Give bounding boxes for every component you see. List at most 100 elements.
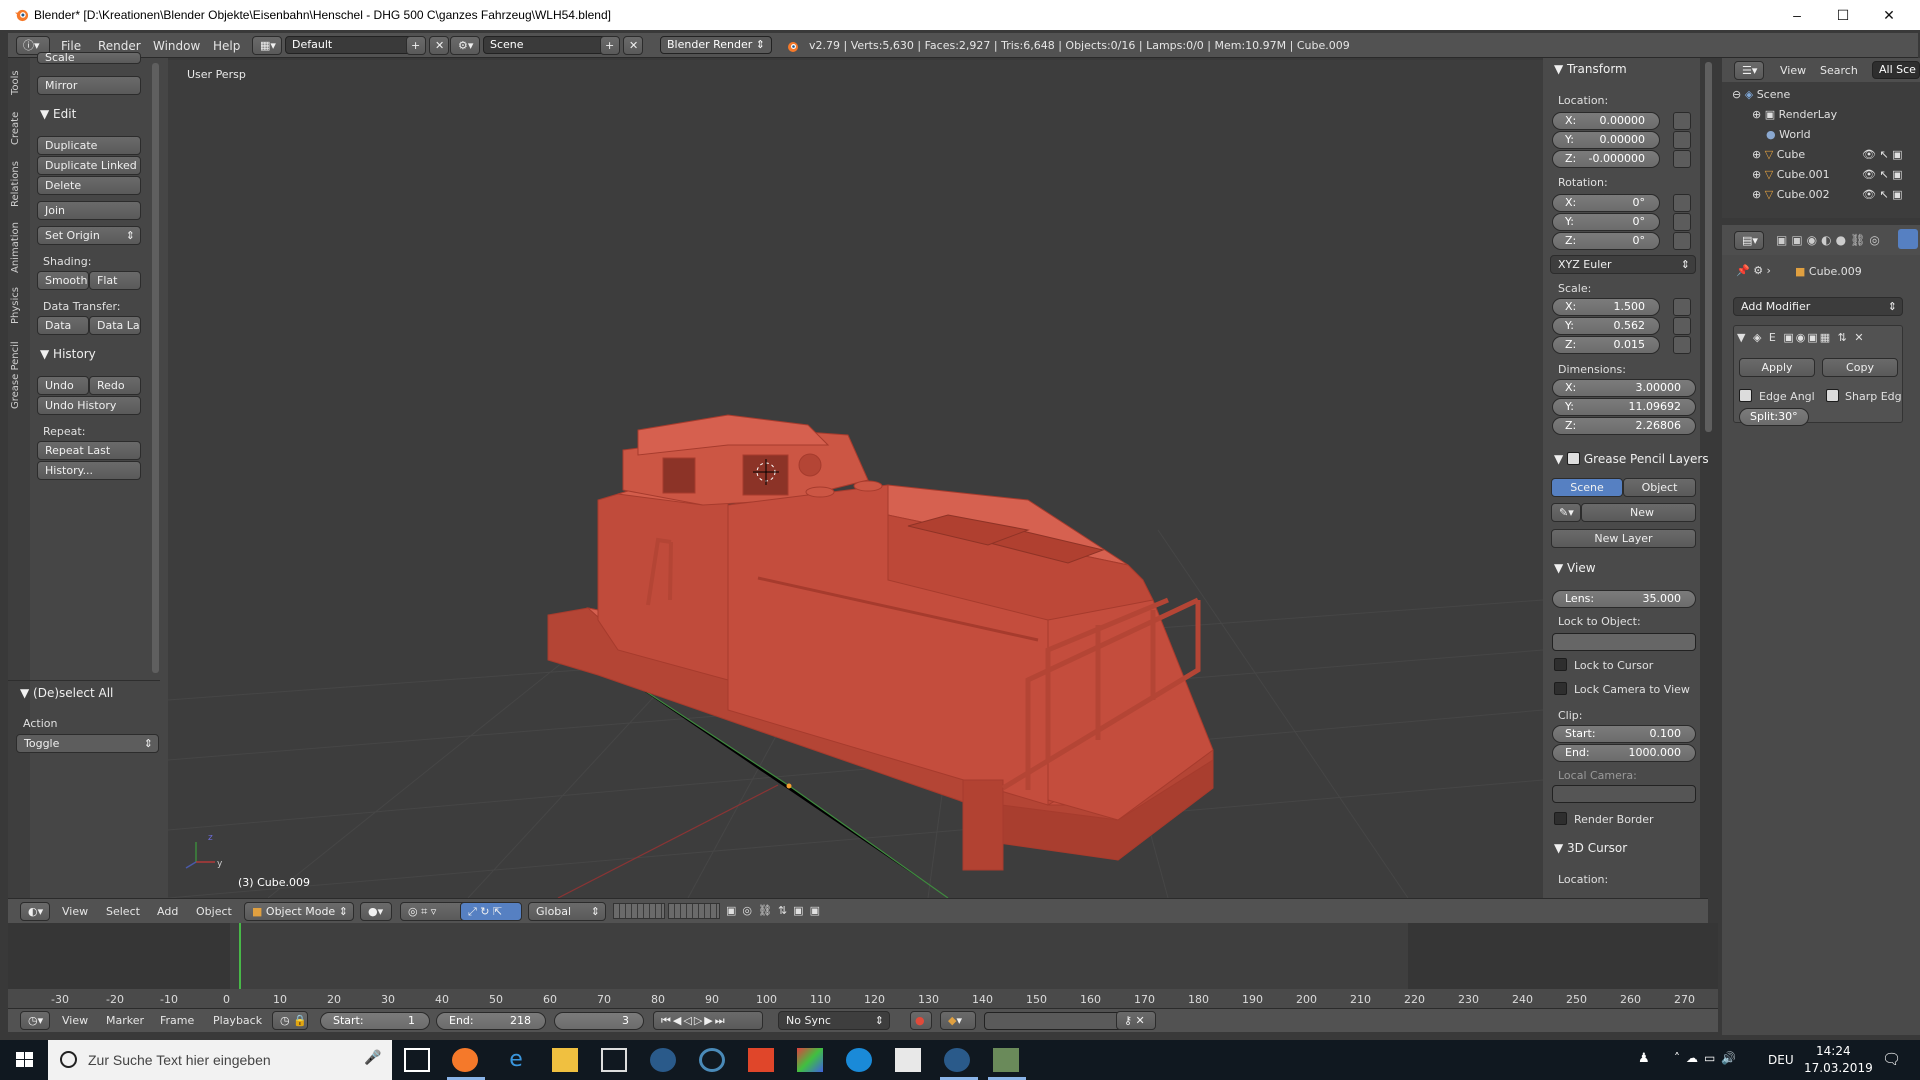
- location-x-field[interactable]: X: 0.00000: [1552, 112, 1660, 130]
- dimensions-y-field[interactable]: Y: 11.09692: [1552, 398, 1696, 416]
- history-button[interactable]: History...: [37, 461, 141, 480]
- action-dropdown[interactable]: Toggle ⇕: [16, 734, 159, 753]
- viewport-object-menu[interactable]: Object: [196, 905, 232, 918]
- delete-button[interactable]: Delete: [37, 176, 141, 195]
- smooth-button[interactable]: Smooth: [37, 271, 89, 290]
- local-camera-field[interactable]: [1552, 785, 1696, 803]
- keying-set-icon[interactable]: ◆▾: [940, 1011, 976, 1030]
- current-frame-field[interactable]: 3: [554, 1012, 644, 1030]
- record-icon[interactable]: ●: [910, 1011, 932, 1030]
- mail-icon[interactable]: [895, 1048, 921, 1072]
- outliner-item-cube002[interactable]: ⊕ ▽ Cube.002: [1752, 188, 1830, 201]
- transform-header[interactable]: ▼ Transform: [1554, 62, 1627, 76]
- redo-button[interactable]: Redo: [89, 376, 141, 395]
- view-header[interactable]: ▼ View: [1554, 561, 1596, 575]
- lock-icon[interactable]: [1673, 232, 1691, 250]
- lock-icon[interactable]: [1673, 213, 1691, 231]
- outliner-item-world[interactable]: ● World: [1766, 128, 1811, 141]
- data-layout-button[interactable]: Data La: [89, 316, 141, 335]
- outliner-item-renderlayers[interactable]: ⊕ ▣ RenderLay: [1752, 108, 1837, 121]
- lock-icon[interactable]: [1673, 194, 1691, 212]
- playback-controls-icons[interactable]: ⏮◀◁▷▶⏭: [653, 1011, 763, 1030]
- undo-button[interactable]: Undo: [37, 376, 89, 395]
- visibility-eye-icon[interactable]: 👁 ↖ ▣: [1862, 148, 1903, 161]
- lock-icon[interactable]: [1673, 150, 1691, 168]
- sync-dropdown[interactable]: No Sync ⇕: [778, 1011, 890, 1030]
- lock-icon[interactable]: [1673, 131, 1691, 149]
- add-scene-icon[interactable]: +: [600, 36, 620, 55]
- maximize-button[interactable]: ☐: [1820, 0, 1866, 30]
- timeline-editor-icon[interactable]: ◷▾: [20, 1011, 50, 1030]
- tab-tools[interactable]: Tools: [10, 63, 28, 103]
- clip-start-field[interactable]: Start: 0.100: [1552, 725, 1696, 743]
- viewport-view-menu[interactable]: View: [62, 905, 88, 918]
- rotation-y-field[interactable]: Y: 0°: [1552, 213, 1660, 231]
- sharp-edges-checkbox[interactable]: [1826, 389, 1839, 402]
- current-frame-line[interactable]: [239, 923, 241, 989]
- flat-button[interactable]: Flat: [89, 271, 141, 290]
- start-frame-field[interactable]: Start: 1: [320, 1012, 430, 1030]
- lock-icon[interactable]: [1673, 298, 1691, 316]
- insert-keyframe-icons[interactable]: ⚷ ✕: [1116, 1011, 1156, 1030]
- media-app-icon[interactable]: [699, 1048, 725, 1072]
- rotation-mode-dropdown[interactable]: XYZ Euler ⇕: [1550, 255, 1696, 274]
- edge-browser-icon[interactable]: e: [503, 1048, 529, 1072]
- modifier-header-icons[interactable]: ▼ ◈ E ▣◉▣▦ ⇅ ✕: [1737, 331, 1866, 344]
- 3d-viewport[interactable]: z y User Persp (3) Cube.009: [168, 60, 1543, 898]
- minimize-button[interactable]: –: [1774, 0, 1820, 30]
- preview-range-icons[interactable]: ◷ 🔒: [272, 1011, 308, 1030]
- rotation-z-field[interactable]: Z: 0°: [1552, 232, 1660, 250]
- lock-icon[interactable]: [1673, 317, 1691, 335]
- office-icon[interactable]: [748, 1048, 774, 1072]
- render-engine-dropdown[interactable]: Blender Render ⇕: [660, 36, 772, 54]
- input-language[interactable]: DEU: [1768, 1053, 1794, 1067]
- game-icon[interactable]: [993, 1048, 1019, 1072]
- remove-scene-icon[interactable]: ✕: [623, 36, 643, 55]
- undo-history-button[interactable]: Undo History: [37, 396, 141, 415]
- viewport-editor-icon[interactable]: ◐▾: [20, 902, 50, 921]
- clock-time[interactable]: 14:24: [1816, 1044, 1851, 1058]
- timeline-playback-menu[interactable]: Playback: [213, 1014, 262, 1027]
- tab-animation[interactable]: Animation: [10, 218, 28, 278]
- shading-mode-icon[interactable]: ●▾: [360, 902, 392, 921]
- repeat-last-button[interactable]: Repeat Last: [37, 441, 141, 460]
- add-modifier-dropdown[interactable]: Add Modifier ⇕: [1733, 297, 1903, 316]
- system-tray-icons[interactable]: ˄☁▭🔊: [1674, 1051, 1742, 1065]
- properties-editor-icon[interactable]: ▤▾: [1734, 231, 1764, 250]
- lock-to-cursor-checkbox[interactable]: [1554, 658, 1567, 671]
- lock-icon[interactable]: [1673, 112, 1691, 130]
- location-z-field[interactable]: Z: -0.000000: [1552, 150, 1660, 168]
- remove-layout-icon[interactable]: ✕: [429, 36, 449, 55]
- grease-pencil-checkbox[interactable]: [1567, 452, 1581, 465]
- steam-running-icon[interactable]: [944, 1048, 970, 1072]
- layers-grid-2[interactable]: [668, 903, 720, 919]
- context-tab-icons[interactable]: ▣▣◉◐●⛓◎: [1776, 233, 1884, 247]
- outliner-item-cube[interactable]: ⊕ ▽ Cube: [1752, 148, 1805, 161]
- tool-shelf-scrollbar[interactable]: [152, 63, 159, 673]
- split-angle-field[interactable]: Split:30°: [1739, 408, 1809, 426]
- dimensions-z-field[interactable]: Z: 2.26806: [1552, 417, 1696, 435]
- operator-header[interactable]: ▼ (De)select All: [20, 686, 113, 700]
- gp-new-layer-button[interactable]: New Layer: [1551, 529, 1696, 548]
- lock-icon[interactable]: [1673, 336, 1691, 354]
- apply-modifier-button[interactable]: Apply: [1739, 358, 1815, 377]
- timeline-view-menu[interactable]: View: [62, 1014, 88, 1027]
- viewport-add-menu[interactable]: Add: [157, 905, 178, 918]
- lock-to-object-field[interactable]: [1552, 633, 1696, 651]
- manipulator-icons[interactable]: ⤢ ↻ ⇱: [460, 902, 522, 921]
- pin-icon[interactable]: 📌 ⚙ ›: [1736, 264, 1771, 277]
- copy-modifier-button[interactable]: Copy: [1822, 358, 1898, 377]
- n-panel-scrollbar[interactable]: [1705, 62, 1712, 432]
- teamviewer-icon[interactable]: [846, 1048, 872, 1072]
- mode-dropdown[interactable]: ■ Object Mode ⇕: [244, 902, 354, 921]
- rotation-x-field[interactable]: X: 0°: [1552, 194, 1660, 212]
- duplicate-button[interactable]: Duplicate: [37, 136, 141, 155]
- orientation-dropdown[interactable]: Global ⇕: [528, 902, 606, 921]
- outliner-search-menu[interactable]: Search: [1820, 64, 1858, 77]
- timeline-frame-menu[interactable]: Frame: [160, 1014, 194, 1027]
- clip-end-field[interactable]: End: 1000.000: [1552, 744, 1696, 762]
- screen-layout-icon[interactable]: ▦▾: [252, 36, 282, 55]
- timeline-marker-menu[interactable]: Marker: [106, 1014, 144, 1027]
- visibility-eye-icon[interactable]: 👁 ↖ ▣: [1862, 188, 1903, 201]
- grease-pencil-header[interactable]: ▼ Grease Pencil Layers: [1554, 450, 1709, 466]
